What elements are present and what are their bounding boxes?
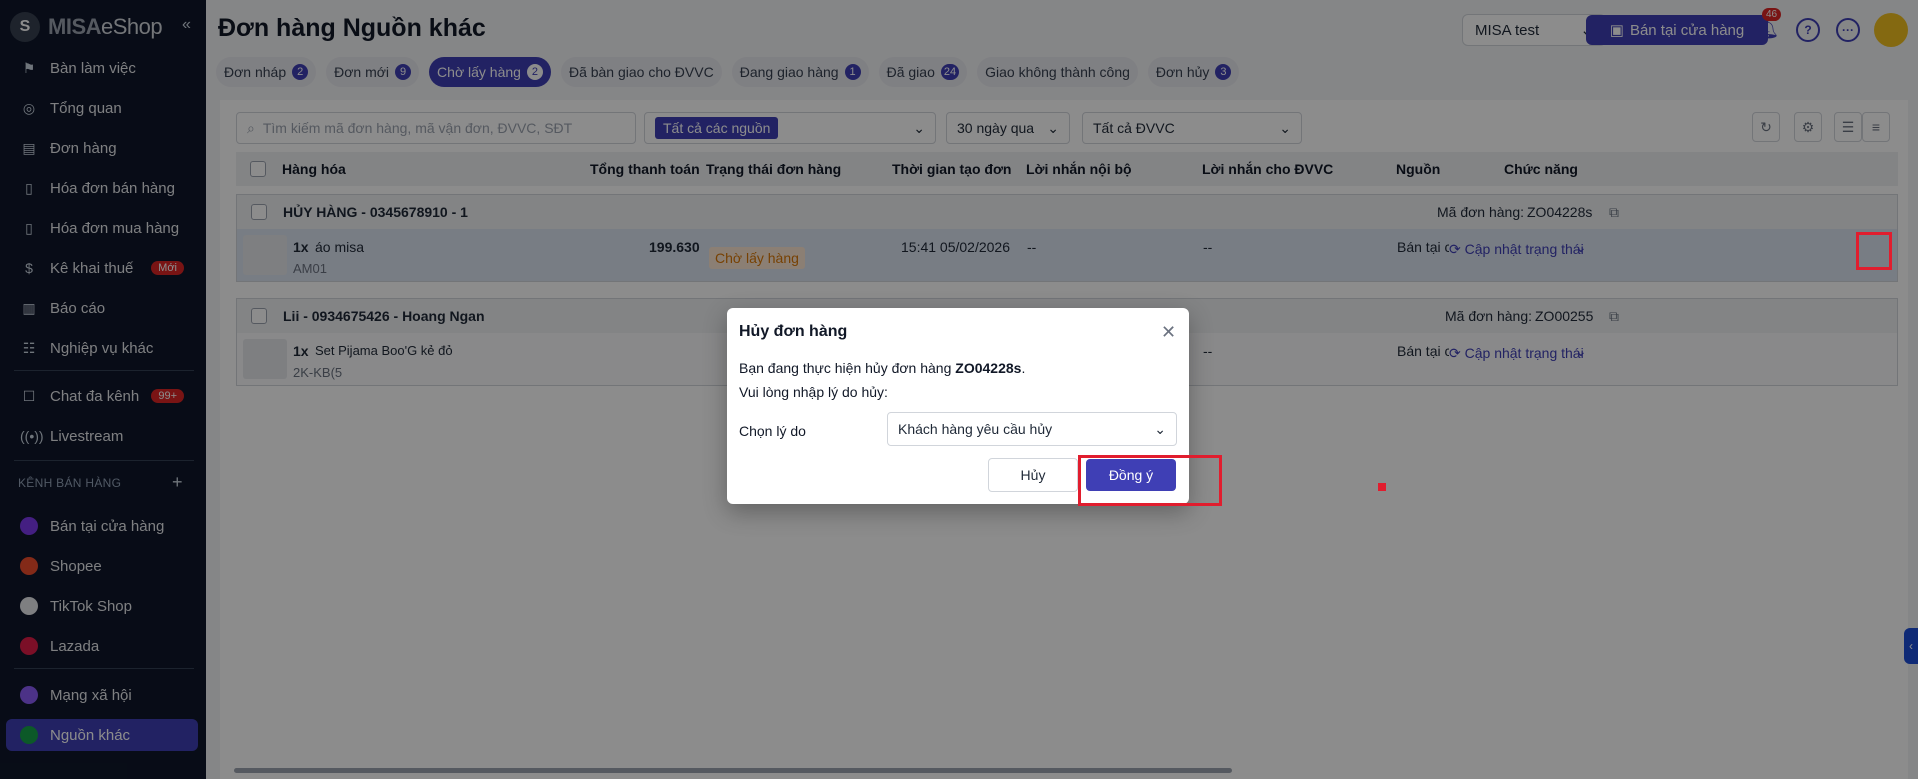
dialog-title: Hủy đơn hàng <box>739 323 848 340</box>
reason-label: Chọn lý do <box>739 423 806 439</box>
dialog-instruction: Vui lòng nhập lý do hủy: <box>739 384 888 400</box>
highlight-box <box>1856 232 1892 270</box>
dialog-message: Bạn đang thực hiện hủy đơn hàng ZO04228s… <box>739 360 1026 376</box>
cancel-button[interactable]: Hủy <box>988 458 1078 492</box>
order-code: ZO04228s <box>955 360 1022 376</box>
reason-select[interactable]: Khách hàng yêu cầu hủy ⌄ <box>887 412 1177 446</box>
click-marker <box>1378 483 1386 491</box>
chevron-down-icon: ⌄ <box>1154 420 1166 437</box>
close-icon[interactable]: ✕ <box>1161 322 1176 343</box>
highlight-box <box>1078 455 1222 506</box>
